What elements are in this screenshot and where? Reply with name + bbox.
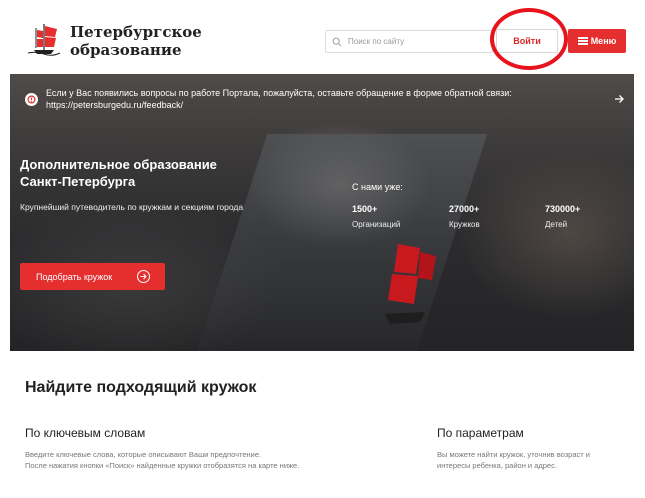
feedback-notice-message: Если у Вас появились вопросы по работе П…	[46, 88, 512, 98]
feedback-link[interactable]: https://petersburgedu.ru/feedback/	[46, 99, 606, 111]
find-club-section-title: Найдите подходящий кружок	[25, 379, 257, 396]
stat-label: Детей	[545, 220, 568, 229]
hamburger-icon	[577, 37, 588, 45]
menu-button[interactable]: Меню	[568, 29, 626, 53]
stat-clubs: 27000+ Кружков	[449, 204, 480, 229]
keywords-search-description: Введите ключевые слова, которые описываю…	[25, 449, 385, 471]
find-club-button-label: Подобрать кружок	[36, 271, 113, 282]
search-box	[325, 30, 493, 53]
hero-title: Дополнительное образование Санкт-Петербу…	[20, 156, 270, 190]
params-text-line-1: Вы можете найти кружок, уточнив возраст …	[437, 450, 590, 459]
params-search-title: По параметрам	[437, 426, 524, 440]
hero-banner: Если у Вас появились вопросы по работе П…	[10, 74, 634, 351]
logo-line-2: образование	[70, 41, 182, 59]
stat-children: 730000+ Детей	[545, 204, 580, 229]
stat-number: 730000+	[545, 204, 581, 214]
params-text-line-2: интересы ребенка, район и адрес.	[437, 461, 557, 470]
arrow-right-icon[interactable]	[614, 93, 624, 107]
hero-title-line-2: Санкт-Петербурга	[20, 174, 136, 189]
site-logo-text[interactable]: Петербургское образование	[70, 23, 202, 59]
feedback-notice-text: Если у Вас появились вопросы по работе П…	[46, 87, 606, 111]
keywords-search-title: По ключевым словам	[25, 426, 146, 440]
keywords-text-line-2: После нажатия кнопки «Поиск» найденные к…	[25, 461, 300, 470]
login-button[interactable]: Войти	[496, 29, 558, 53]
hero-subtitle: Крупнейший путеводитель по кружкам и сек…	[20, 202, 244, 212]
scarlet-sails-ship-image	[385, 244, 436, 324]
search-input[interactable]	[348, 37, 488, 46]
stats-title: С нами уже:	[352, 182, 403, 192]
params-search-description: Вы можете найти кружок, уточнив возраст …	[437, 449, 637, 471]
site-header: Петербургское образование Войти Меню	[0, 0, 645, 72]
menu-button-label: Меню	[590, 36, 617, 46]
search-icon[interactable]	[326, 31, 348, 52]
sailboat-logo-icon[interactable]	[24, 20, 64, 58]
feedback-notice[interactable]: Если у Вас появились вопросы по работе П…	[10, 84, 634, 116]
logo-line-1: Петербургское	[70, 23, 202, 41]
stat-label: Кружков	[449, 220, 480, 229]
arrow-right-circle-icon	[137, 270, 150, 283]
stat-organizations: 1500+ Организаций	[352, 204, 400, 229]
hero-title-line-1: Дополнительное образование	[20, 157, 217, 172]
find-club-button[interactable]: Подобрать кружок	[20, 263, 165, 290]
keywords-text-line-1: Введите ключевые слова, которые описываю…	[25, 450, 262, 459]
stat-number: 27000+	[449, 204, 480, 214]
stat-number: 1500+	[352, 204, 378, 214]
info-icon	[25, 93, 38, 106]
stat-label: Организаций	[352, 220, 401, 229]
